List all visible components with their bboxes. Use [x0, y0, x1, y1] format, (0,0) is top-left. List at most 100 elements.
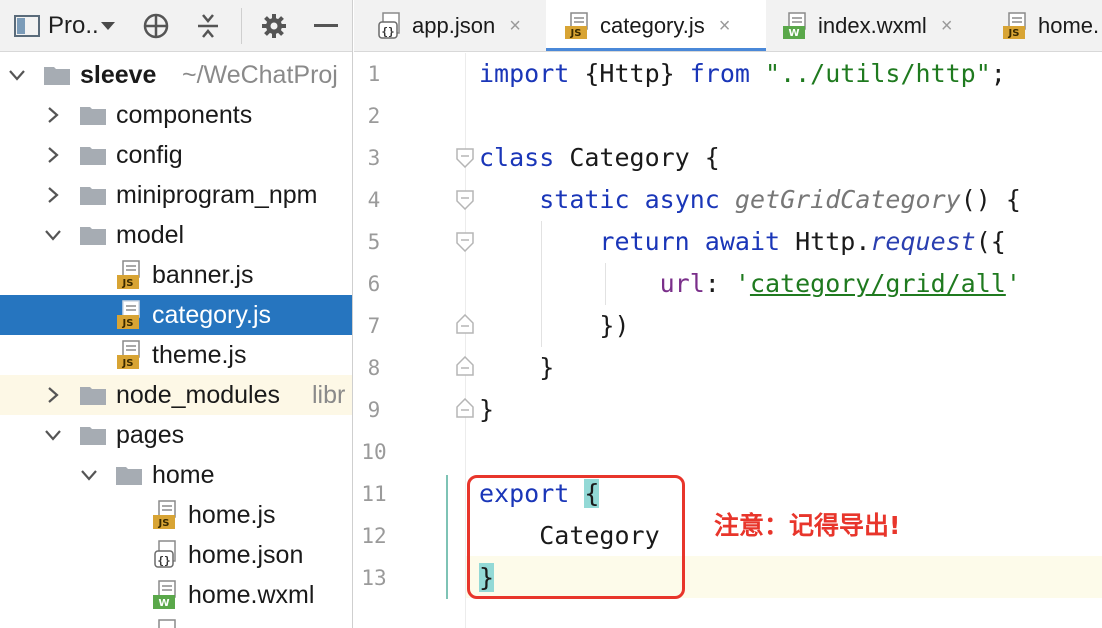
line-number: 5: [367, 230, 381, 254]
svg-text:JS: JS: [570, 28, 582, 39]
chevron-right-icon[interactable]: [42, 135, 64, 175]
locate-target-icon[interactable]: [138, 0, 174, 52]
svg-text:JS: JS: [1008, 28, 1020, 39]
tree-item-home-json[interactable]: {} home.json: [0, 535, 352, 575]
folder-icon: [80, 187, 106, 205]
line-number: 4: [367, 188, 381, 212]
project-view-selector[interactable]: Pro..: [48, 0, 102, 52]
tree-item-components[interactable]: components: [0, 95, 352, 135]
folder-icon: [116, 467, 142, 485]
tree-item-label: components: [116, 101, 253, 129]
chevron-down-icon[interactable]: [42, 215, 64, 255]
project-view-icon[interactable]: [12, 0, 42, 52]
partial-file-icon: [152, 617, 180, 628]
tree-item-path-hint: ~/WeChatProj: [182, 61, 338, 89]
close-icon[interactable]: ×: [509, 15, 521, 38]
close-icon[interactable]: ×: [719, 15, 731, 38]
code-line-5[interactable]: return await Http.request({: [479, 221, 1005, 263]
tab-app-json[interactable]: {} app.json ×: [354, 0, 546, 51]
json-file-icon: {}: [378, 12, 400, 39]
line-number: 13: [361, 566, 387, 590]
close-icon[interactable]: ×: [941, 15, 953, 38]
tab-category-js[interactable]: JS category.js ×: [546, 0, 766, 51]
code-line-3[interactable]: class Category {: [479, 137, 720, 179]
tree-item-label: home.js: [188, 501, 276, 529]
folder-icon: [80, 227, 106, 245]
js-file-icon: JS: [117, 300, 140, 329]
line-number: 3: [367, 146, 381, 170]
code-line-6[interactable]: url: 'category/grid/all': [479, 263, 1021, 305]
tree-item-label: node_modules: [116, 381, 281, 409]
fold-open-icon[interactable]: [456, 232, 474, 252]
line-number: 11: [361, 482, 387, 506]
json-file-icon: {}: [154, 540, 176, 568]
js-file-icon: JS: [117, 260, 140, 289]
line-number: 10: [361, 440, 387, 464]
project-view-title: Pro..: [48, 12, 99, 39]
chevron-right-icon[interactable]: [42, 95, 64, 135]
code-line-1[interactable]: import {Http} from "../utils/http";: [479, 53, 1006, 95]
line-number: 9: [367, 398, 381, 422]
tree-item-label: home: [152, 461, 215, 489]
tree-item-label: home.json: [188, 541, 304, 569]
folder-icon: [44, 67, 70, 85]
code-line-9[interactable]: }: [479, 389, 494, 431]
tree-item-config[interactable]: config: [0, 135, 352, 175]
tab-label: home.: [1038, 13, 1100, 38]
tree-item-label: banner.js: [152, 261, 254, 289]
svg-text:W: W: [158, 598, 169, 609]
tab-index-wxml[interactable]: W index.wxml ×: [766, 0, 986, 51]
tree-item-category-js[interactable]: JS category.js: [0, 295, 352, 335]
gutter-separator: [465, 53, 466, 628]
active-tab-indicator: [546, 48, 766, 51]
gear-icon[interactable]: [256, 0, 292, 52]
dropdown-caret-icon[interactable]: [98, 0, 118, 52]
tree-item-label: miniprogram_npm: [116, 181, 318, 209]
svg-text:JS: JS: [122, 278, 134, 289]
fold-close-icon[interactable]: [456, 398, 474, 418]
tree-item-label: pages: [116, 421, 185, 449]
tree-item-node-modules[interactable]: node_modules libr: [0, 375, 352, 415]
fold-close-icon[interactable]: [456, 356, 474, 376]
tree-item-home[interactable]: home: [0, 455, 352, 495]
code-line-8[interactable]: }: [479, 347, 554, 389]
vcs-change-marker[interactable]: [446, 475, 448, 599]
code-line-7[interactable]: }): [479, 305, 629, 347]
folder-icon: [80, 107, 106, 125]
chevron-right-icon[interactable]: [42, 375, 64, 415]
svg-text:{}: {}: [157, 554, 170, 567]
svg-text:W: W: [788, 28, 799, 39]
js-file-icon: JS: [153, 500, 176, 529]
chevron-down-icon[interactable]: [6, 55, 28, 95]
tree-item-model[interactable]: model: [0, 215, 352, 255]
tree-item-label: category.js: [152, 301, 272, 329]
line-number: 8: [367, 356, 381, 380]
tree-item-theme-js[interactable]: JS theme.js: [0, 335, 352, 375]
fold-close-icon[interactable]: [456, 314, 474, 334]
chevron-down-icon[interactable]: [78, 455, 100, 495]
tree-item-sleeve[interactable]: sleeve ~/WeChatProj: [0, 55, 352, 95]
chevron-down-icon[interactable]: [42, 415, 64, 455]
code-line-4[interactable]: static async getGridCategory() {: [479, 179, 1021, 221]
svg-text:JS: JS: [122, 358, 134, 369]
tree-item-label: home.wxml: [188, 581, 315, 609]
tree-item-pages[interactable]: pages: [0, 415, 352, 455]
tab-home-js[interactable]: JS home.: [986, 0, 1102, 51]
tree-item-miniprogram-npm[interactable]: miniprogram_npm: [0, 175, 352, 215]
tab-label: index.wxml: [818, 13, 927, 38]
tree-item-home-js[interactable]: JS home.js: [0, 495, 352, 535]
tree-item-label: sleeve: [80, 61, 157, 89]
line-number: 7: [367, 314, 381, 338]
js-file-icon: JS: [565, 12, 588, 39]
svg-text:{}: {}: [381, 25, 394, 38]
fold-open-icon[interactable]: [456, 148, 474, 168]
fold-open-icon[interactable]: [456, 190, 474, 210]
chevron-right-icon[interactable]: [42, 175, 64, 215]
folder-icon: [80, 387, 106, 405]
tab-label: category.js: [600, 13, 705, 38]
minimize-icon[interactable]: [308, 0, 344, 52]
collapse-all-icon[interactable]: [190, 0, 226, 52]
tree-item-banner-js[interactable]: JS banner.js: [0, 255, 352, 295]
line-number: 1: [367, 62, 381, 86]
tree-item-home-wxml[interactable]: W home.wxml: [0, 575, 352, 615]
